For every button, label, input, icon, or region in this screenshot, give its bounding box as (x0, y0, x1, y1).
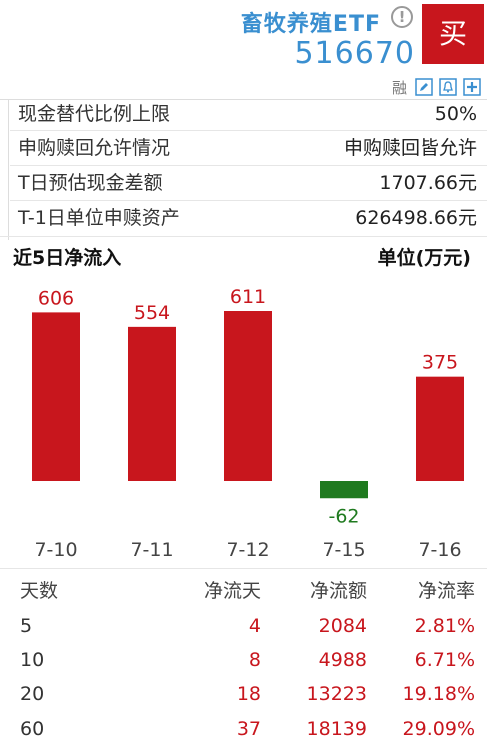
info-label: T日预估现金差额 (18, 172, 163, 194)
section-divider (0, 568, 487, 569)
pencil-icon[interactable] (415, 78, 433, 96)
bar-value-label: -62 (328, 505, 359, 527)
cell-days: 10 (20, 649, 45, 671)
info-label: T-1日单位申赎资产 (18, 207, 180, 229)
x-tick-label: 7-10 (34, 539, 77, 561)
tool-row: 融 (392, 77, 481, 97)
cell-inflow-amount: 2084 (318, 615, 367, 637)
bar-value-label: 606 (38, 287, 74, 309)
plus-icon[interactable] (463, 78, 481, 96)
header-inflow-days: 净流天 (203, 580, 261, 602)
cell-inflow-days: 37 (236, 718, 261, 740)
header-inflow-rate: 净流率 (417, 580, 475, 602)
cell-inflow-rate: 6.71% (414, 649, 475, 671)
cell-inflow-rate: 2.81% (414, 615, 475, 637)
header: 畜牧养殖ETF ! 516670 买 融 (0, 0, 487, 100)
cell-days: 5 (20, 615, 33, 637)
x-tick-label: 7-12 (226, 539, 269, 561)
cell-inflow-amount: 4988 (318, 649, 367, 671)
info-value: 1707.66元 (379, 172, 477, 194)
info-row: T-1日单位申赎资产 626498.66元 (0, 201, 487, 235)
info-label: 申购赎回允许情况 (18, 137, 171, 159)
info-row: 申购赎回允许情况 申购赎回皆允许 (0, 131, 487, 165)
x-tick-label: 7-15 (322, 539, 365, 561)
etf-code: 516670 (294, 36, 415, 71)
x-tick-label: 7-11 (130, 539, 173, 561)
net-inflow-chart: 606 7-10 554 7-11 611 7-12 -62 7-15 375 7-16 (32, 286, 464, 561)
table-row: 60 37 18139 29.09% (0, 712, 487, 746)
bar-7-11 (128, 326, 176, 481)
bar-7-10 (32, 312, 80, 481)
header-days: 天数 (20, 580, 59, 602)
bar-7-15 (320, 481, 368, 499)
rong-label[interactable]: 融 (392, 77, 407, 98)
cell-inflow-rate: 19.18% (402, 683, 475, 705)
bell-icon[interactable] (439, 78, 457, 96)
info-value: 626498.66元 (355, 207, 477, 229)
info-value: 申购赎回皆允许 (343, 137, 477, 159)
cell-inflow-days: 4 (248, 615, 261, 637)
cell-inflow-rate: 29.09% (402, 718, 475, 740)
bar-7-12 (224, 311, 272, 481)
bar-value-label: 375 (422, 352, 458, 374)
info-value: 50% (434, 103, 477, 125)
table-row: 20 18 13223 19.18% (0, 677, 487, 711)
info-row: T日预估现金差额 1707.66元 (0, 166, 487, 200)
info-icon[interactable]: ! (391, 6, 413, 28)
table-row: 10 8 4988 6.71% (0, 643, 487, 677)
info-row: 现金替代比例上限 50% (0, 97, 487, 131)
cell-days: 20 (20, 683, 45, 705)
flow-title: 近5日净流入 (13, 247, 122, 269)
table-row: 5 4 2084 2.81% (0, 609, 487, 643)
section-divider (0, 236, 487, 237)
buy-button[interactable]: 买 (422, 4, 484, 64)
cell-inflow-days: 18 (236, 683, 261, 705)
bar-value-label: 611 (230, 286, 266, 308)
cell-inflow-amount: 13223 (306, 683, 367, 705)
cell-inflow-amount: 18139 (306, 718, 367, 740)
table-header: 天数 净流天 净流额 净流率 (0, 574, 487, 608)
bar-7-16 (416, 376, 464, 481)
header-inflow-amount: 净流额 (309, 580, 367, 602)
bar-value-label: 554 (134, 302, 170, 324)
etf-name: 畜牧养殖ETF (240, 12, 381, 37)
x-tick-label: 7-16 (418, 539, 461, 561)
cell-inflow-days: 8 (248, 649, 261, 671)
cell-days: 60 (20, 718, 45, 740)
info-label: 现金替代比例上限 (18, 103, 171, 125)
flow-unit: 单位(万元) (377, 247, 471, 269)
